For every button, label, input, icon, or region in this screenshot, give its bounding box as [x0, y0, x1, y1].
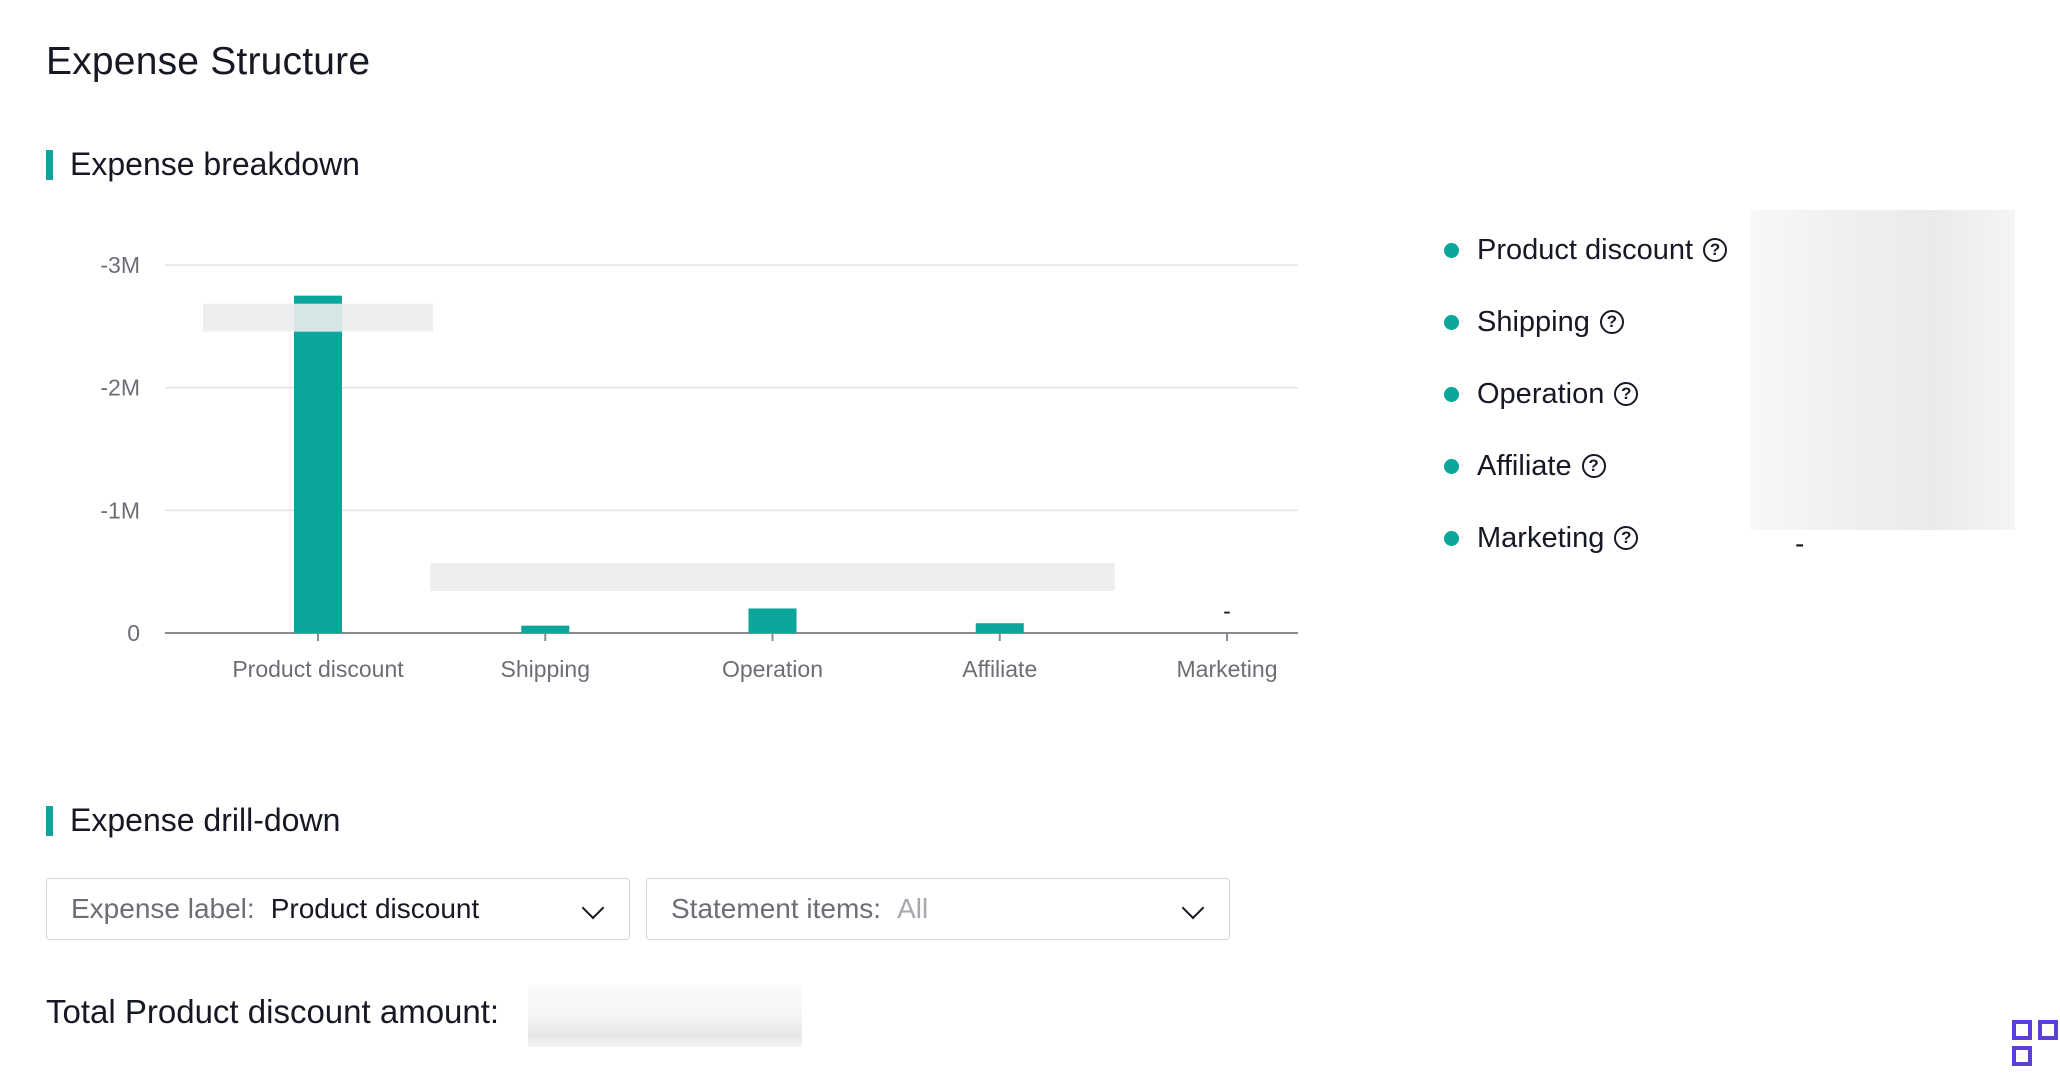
- x-tick-label: Operation: [722, 656, 823, 682]
- legend-dot: [1444, 530, 1459, 546]
- y-tick-label: -3M: [100, 252, 140, 278]
- legend-item-affiliate[interactable]: Affiliate ?: [1444, 446, 1606, 486]
- question-circle-icon[interactable]: ?: [1614, 526, 1639, 550]
- expense-breakdown-chart: 0 -1M -2M -3M Product discount Shipping Operat…: [100, 252, 1298, 682]
- question-circle-icon[interactable]: ?: [1703, 238, 1728, 262]
- bar-product-discount: [294, 295, 342, 633]
- legend-label: Affiliate: [1477, 449, 1572, 482]
- legend-dot: [1444, 386, 1459, 402]
- bar-value-redacted: [430, 563, 661, 591]
- bar-value-redacted: [657, 563, 888, 591]
- legend-item-product-discount[interactable]: Product discount ?: [1444, 230, 1728, 270]
- chevron-down-icon: [1181, 896, 1205, 920]
- x-tick-label: Product discount: [232, 656, 404, 682]
- legend-label: Product discount: [1477, 233, 1694, 266]
- legend-value-marketing: -: [1795, 528, 1805, 559]
- bar-shipping: [521, 625, 570, 633]
- legend-item-shipping[interactable]: Shipping ?: [1444, 302, 1624, 342]
- question-circle-icon[interactable]: ?: [1599, 310, 1624, 334]
- statement-items-select-value: All: [897, 893, 929, 924]
- expense-label-select[interactable]: Expense label: Product discount: [46, 878, 630, 940]
- x-tick-label: Shipping: [500, 656, 590, 682]
- legend-dot: [1444, 314, 1459, 330]
- legend-item-marketing[interactable]: Marketing ?: [1444, 518, 1639, 558]
- legend-item-operation[interactable]: Operation ?: [1444, 374, 1639, 414]
- bar-affiliate: [975, 623, 1024, 633]
- statement-items-select-label: Statement items:: [671, 893, 882, 924]
- bar-value-redacted: [203, 303, 433, 332]
- x-tick-label: Affiliate: [962, 656, 1037, 682]
- section-title-drilldown: Expense drill-down: [46, 802, 340, 839]
- bar-value-label: -: [1223, 598, 1231, 624]
- legend-values-redacted: [1750, 210, 2015, 530]
- legend-label: Shipping: [1477, 305, 1590, 338]
- chevron-down-icon: [581, 896, 605, 920]
- total-amount-label: Total Product discount amount:: [46, 993, 500, 1030]
- x-tick-label: Marketing: [1177, 656, 1278, 682]
- expense-label-select-value: Product discount: [270, 893, 480, 924]
- bar-operation: [748, 608, 797, 633]
- total-amount-redacted: [528, 985, 802, 1047]
- y-tick-label: -2M: [100, 375, 140, 401]
- bar-value-redacted: [884, 563, 1115, 591]
- legend-label: Operation: [1477, 377, 1605, 410]
- section-accent-bar: [46, 806, 53, 836]
- y-tick-label: -1M: [100, 497, 140, 523]
- legend-label: Marketing: [1477, 521, 1605, 554]
- question-circle-icon[interactable]: ?: [1581, 454, 1606, 478]
- question-circle-icon[interactable]: ?: [1614, 382, 1639, 406]
- legend-dot: [1444, 242, 1459, 258]
- section-title-text: Expense drill-down: [70, 802, 341, 838]
- statement-items-select[interactable]: Statement items: All: [646, 878, 1230, 940]
- expense-label-select-label: Expense label:: [71, 893, 255, 924]
- y-tick-label: 0: [127, 620, 140, 646]
- qr-code-icon[interactable]: [2012, 1020, 2060, 1080]
- legend-dot: [1444, 458, 1459, 474]
